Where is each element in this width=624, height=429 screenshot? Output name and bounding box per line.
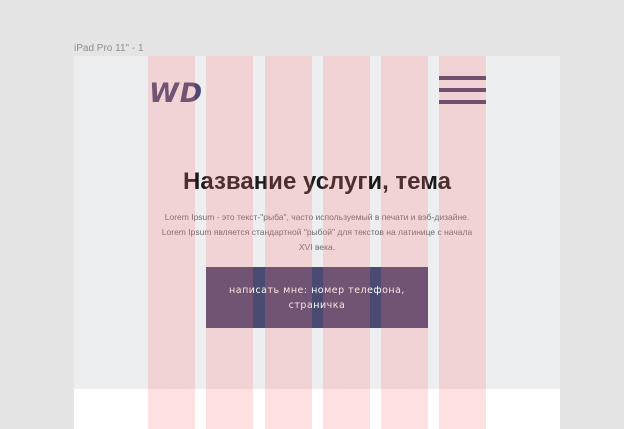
ipad-frame: WD Название услуги, тема Lorem Ipsum - э… bbox=[74, 56, 560, 429]
menu-bar-line bbox=[439, 100, 486, 104]
menu-bar-line bbox=[439, 88, 486, 92]
menu-bar-line bbox=[439, 76, 486, 80]
contact-button[interactable]: написать мне: номер телефона, страничка bbox=[206, 267, 428, 328]
hero-title: Название услуги, тема bbox=[183, 168, 451, 195]
contact-button-label: написать мне: номер телефона, страничка bbox=[229, 284, 405, 311]
frame-label[interactable]: iPad Pro 11" - 1 bbox=[74, 43, 144, 54]
hamburger-menu-icon[interactable] bbox=[439, 76, 486, 106]
next-section bbox=[74, 389, 560, 429]
logo[interactable]: WD bbox=[149, 78, 203, 109]
hero-description: Lorem Ipsum - это текст-"рыба", часто ис… bbox=[161, 212, 473, 252]
